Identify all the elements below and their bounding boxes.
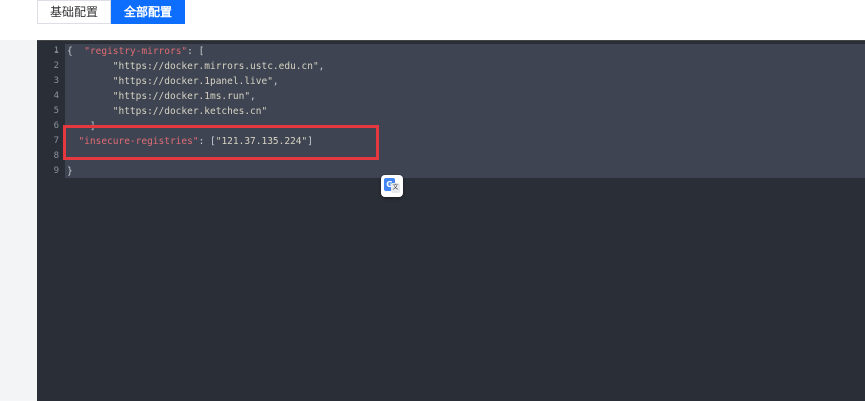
code-token: "https://docker.ketches.cn" <box>112 106 268 117</box>
code-token: "https://docker.1ms.run" <box>112 91 251 102</box>
code-token: "registry-mirrors" <box>84 46 188 57</box>
code-token: "https://docker.1panel.live" <box>112 76 273 87</box>
fold-chevron-icon[interactable]: ⌄ <box>53 46 60 55</box>
code-token: , <box>250 91 256 102</box>
code-line: "https://docker.ketches.cn" <box>67 104 324 119</box>
code-token: , <box>318 61 325 72</box>
code-token: , <box>272 76 279 87</box>
code-editor[interactable]: 123456789 ⌄ { "registry-mirrors": [ "htt… <box>37 40 865 401</box>
config-panel: 基础配置 全部配置 123456789 ⌄ { "registry-mirror… <box>0 0 865 401</box>
code-token: } <box>67 166 73 177</box>
translate-wen-glyph: 文 <box>391 183 400 193</box>
line-number: 2 <box>53 61 59 71</box>
annotation-highlight-box <box>63 125 379 160</box>
tab-all-config[interactable]: 全部配置 <box>111 0 186 24</box>
code-line: } <box>67 164 324 179</box>
code-token: : [ <box>187 46 205 57</box>
line-number: 6 <box>53 121 59 131</box>
code-line: "https://docker.mirrors.ustc.edu.cn", <box>67 59 325 74</box>
code-token: "https://docker.mirrors.ustc.edu.cn" <box>112 61 319 72</box>
tab-basic-config[interactable]: 基础配置 <box>37 0 112 24</box>
line-number: 5 <box>53 106 59 116</box>
line-number: 3 <box>53 76 59 86</box>
translate-icon[interactable]: G 文 <box>381 175 403 197</box>
code-line: "https://docker.1panel.live", <box>67 74 324 89</box>
line-number: 7 <box>53 136 59 146</box>
line-gutter: 123456789 <box>37 44 59 179</box>
code-line: { "registry-mirrors": [ <box>67 44 324 59</box>
line-number: 8 <box>53 151 59 161</box>
line-number: 9 <box>53 166 59 176</box>
left-strip <box>0 40 38 400</box>
code-line: "https://docker.1ms.run", <box>67 89 324 104</box>
config-tabs: 基础配置 全部配置 <box>37 0 186 24</box>
line-number: 4 <box>53 91 59 101</box>
